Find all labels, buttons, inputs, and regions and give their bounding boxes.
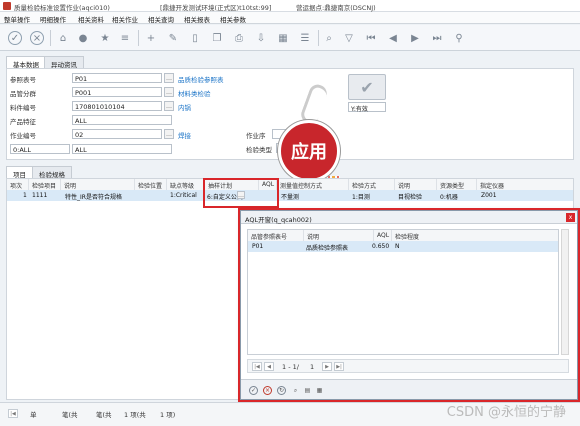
operation-combo[interactable]: 0:ALL — [10, 144, 70, 154]
environment-label: [鼎捷开发测试环境(正式区)t10tst:99] — [160, 4, 272, 12]
category-desc: 材料类检验 — [178, 90, 211, 98]
col-header-position: 检验位置 — [135, 179, 167, 190]
search-icon[interactable]: ⌕ — [322, 31, 336, 45]
print-icon[interactable]: ⎙ — [232, 31, 246, 45]
category-field[interactable]: P001 — [72, 87, 162, 97]
tab-spec[interactable]: 检验规格 — [32, 166, 72, 179]
edit-icon[interactable]: ✎ — [166, 31, 180, 45]
watermark-text: CSDN @永恒的宁静 — [446, 405, 566, 420]
app-title: 质量检验标准设置作业(aqci010) — [14, 4, 110, 12]
delete-icon[interactable]: ▯ — [188, 31, 202, 45]
col-header-check-item: 检验项目 — [29, 179, 61, 190]
op-no-field[interactable]: 02 — [72, 129, 162, 139]
cell-defect-level[interactable]: 1:Critical — [170, 192, 197, 199]
menu-item-params[interactable]: 相关参数 — [220, 14, 246, 24]
highlight-dialog — [238, 208, 580, 402]
filter-icon[interactable]: ▽ — [342, 31, 356, 45]
menu-bar: 整单操作 明细操作 相关资料 相关作业 相关查询 相关报表 相关参数 — [0, 12, 580, 24]
check-type-label: 检验类型 — [246, 146, 272, 154]
grid-icon[interactable]: ▦ — [276, 31, 290, 45]
item-desc: 内锅 — [178, 104, 191, 112]
op-desc: 焊接 — [178, 132, 191, 140]
item-no-label: 料件编号 — [10, 104, 36, 112]
tab-basic-data[interactable]: 基本数据 — [6, 56, 46, 69]
menu-item-data[interactable]: 相关资料 — [78, 14, 104, 24]
status-select[interactable]: Y:有效 — [348, 102, 386, 113]
col-header-resource-type: 资源类型 — [437, 179, 477, 190]
cell-resource-type[interactable]: 0:机器 — [440, 192, 458, 201]
approve-status-icon[interactable]: ✔ — [348, 74, 386, 100]
site-label: 营运据点:鼎捷南京(DSCNJ) — [296, 4, 376, 12]
menu-item-report[interactable]: 相关报表 — [184, 14, 210, 24]
col-header-instrument: 指定仪器 — [477, 179, 573, 190]
toolbar: ✓ × ⌂ ● ★ ≡ + ✎ ▯ ❐ ⎙ ⇩ ▦ ☰ ⌕ ▽ ⏮ ◀ ▶ ⏭ … — [0, 25, 580, 51]
cell-measure-mode[interactable]: 不量测 — [281, 192, 299, 201]
cell-desc[interactable]: 特性_IR是否符合规格 — [65, 192, 122, 201]
cell-instrument[interactable]: Z001 — [481, 192, 497, 199]
title-bar: 质量检验标准设置作业(aqci010) [鼎捷开发测试环境(正式区)t10tst… — [0, 0, 580, 12]
menu-item-detail[interactable]: 明细操作 — [40, 14, 66, 24]
menu-item-query[interactable]: 相关查询 — [148, 14, 174, 24]
menu-item-document[interactable]: 整单操作 — [4, 14, 30, 24]
footer-label-1: 单 — [30, 411, 37, 419]
op-no-label: 作业编号 — [10, 132, 36, 140]
station-label: 作业序 — [246, 132, 266, 140]
ref-no-label: 参照表号 — [10, 76, 36, 84]
menu-item-job[interactable]: 相关作业 — [112, 14, 138, 24]
footer-first-icon[interactable]: |◀ — [8, 409, 18, 418]
col-header-measure-mode: 测量值控制方式 — [277, 179, 349, 190]
col-header-desc2: 说明 — [395, 179, 437, 190]
star-icon[interactable]: ★ — [98, 31, 112, 45]
prev-record-icon[interactable]: ◀ — [386, 31, 400, 45]
cell-desc2[interactable]: 目视检验 — [398, 192, 422, 201]
pin-icon[interactable]: ● — [76, 31, 90, 45]
ref-no-lookup-button[interactable]: … — [164, 73, 174, 83]
menu-icon[interactable]: ≡ — [118, 31, 132, 45]
category-lookup-button[interactable]: … — [164, 87, 174, 97]
col-header-defect-level: 缺点等级 — [167, 179, 205, 190]
cell-check-method[interactable]: 1:目测 — [352, 192, 370, 201]
attachment-icon[interactable]: ⚲ — [452, 31, 466, 45]
ref-no-field[interactable]: P01 — [72, 73, 162, 83]
footer-label-5: 1 项) — [160, 411, 176, 419]
tab-change-info[interactable]: 异动资讯 — [44, 56, 84, 69]
highlight-aql-columns — [203, 178, 279, 208]
next-record-icon[interactable]: ▶ — [408, 31, 422, 45]
col-header-check-method: 检验方式 — [349, 179, 395, 190]
item-no-field[interactable]: 170801010104 — [72, 101, 162, 111]
cell-check-item[interactable]: 1111 — [32, 192, 47, 199]
op-no-lookup-button[interactable]: … — [164, 129, 174, 139]
last-record-icon[interactable]: ⏭ — [430, 31, 444, 45]
app-logo-icon — [3, 2, 11, 10]
item-no-lookup-button[interactable]: … — [164, 101, 174, 111]
list-icon[interactable]: ☰ — [298, 31, 312, 45]
footer-label-2: 笔(共 — [62, 411, 78, 419]
confirm-icon[interactable]: ✓ — [8, 31, 22, 45]
operation-field[interactable]: ALL — [72, 144, 172, 154]
copy-icon[interactable]: ❐ — [210, 31, 224, 45]
footer-label-3: 笔(共 — [96, 411, 112, 419]
tab-items[interactable]: 项目 — [6, 166, 33, 179]
col-header-desc: 说明 — [61, 179, 135, 190]
col-header-seq: 项次 — [7, 179, 29, 190]
add-icon[interactable]: + — [144, 31, 158, 45]
category-label: 品管分群 — [10, 90, 36, 98]
cell-seq: 1 — [23, 192, 27, 199]
home-icon[interactable]: ⌂ — [56, 31, 70, 45]
export-icon[interactable]: ⇩ — [254, 31, 268, 45]
first-record-icon[interactable]: ⏮ — [364, 31, 378, 45]
feature-field[interactable]: ALL — [72, 115, 172, 125]
feature-label: 产品特征 — [10, 118, 36, 126]
ref-no-desc: 品质检验参照表 — [178, 76, 224, 84]
cancel-icon[interactable]: × — [30, 31, 44, 45]
footer-label-4: 1 项(共 — [124, 411, 146, 419]
apply-badge: 应用 — [278, 120, 340, 182]
